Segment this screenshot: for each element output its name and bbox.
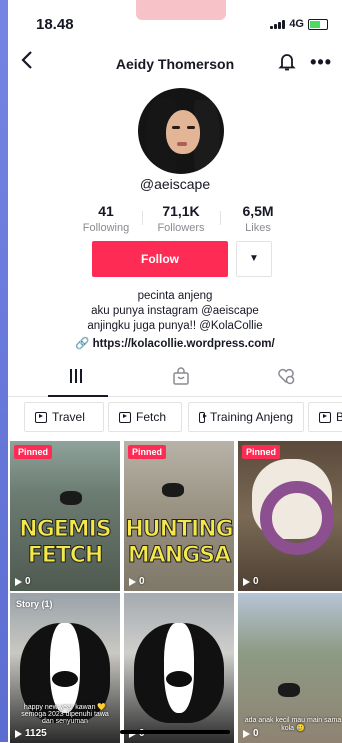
profile-tabs [8, 356, 342, 397]
playlist-fetch[interactable]: Fetch [108, 402, 182, 432]
left-edge-stripe [0, 0, 8, 742]
profile-stats: 41 Following 71,1K Followers 6,5M Likes [8, 203, 342, 239]
stat-following[interactable]: 41 Following [66, 203, 146, 234]
video-caption: NGEMIS [19, 517, 112, 542]
dog-blaze [164, 623, 194, 713]
playlist-travel[interactable]: Travel [24, 402, 104, 432]
ring-toy [260, 481, 334, 555]
home-indicator[interactable] [120, 730, 230, 734]
battery-icon [308, 18, 328, 30]
signal-icon [270, 19, 286, 29]
bell-icon [278, 54, 296, 71]
playlist-more[interactable]: Ba [308, 402, 342, 432]
network-label: 4G [289, 18, 304, 30]
avatar-eye [187, 126, 195, 129]
video-thumbnail[interactable]: ada anak kecil mau main sama kola 🥲 0 [238, 593, 342, 743]
playlist-label: Ba [336, 410, 342, 424]
avatar-lips [177, 142, 187, 146]
video-thumbnail[interactable]: Pinned 0 [238, 441, 342, 591]
stat-label: Followers [157, 222, 205, 234]
view-count: 0 [15, 576, 31, 587]
story-badge: Story (1) [16, 599, 53, 609]
dog-blaze [50, 623, 80, 713]
play-icon [243, 577, 250, 586]
stat-followers[interactable]: 71,1K Followers [141, 203, 221, 234]
active-tab-indicator [48, 395, 108, 397]
play-icon [15, 729, 22, 738]
dog-figure [162, 483, 184, 497]
bio-line: pecinta anjeng [137, 290, 213, 302]
bag-icon [173, 367, 189, 385]
bio-line[interactable]: aku punya instagram @aeiscape [8, 304, 342, 319]
grid-icon [70, 369, 82, 383]
username: @aeiscape [139, 176, 211, 192]
caret-down-icon: ▼ [249, 253, 259, 264]
status-time: 18.48 [36, 16, 74, 33]
video-thumbnail[interactable]: Pinned HUNTING MANGSA 0 [124, 441, 234, 591]
video-caption: MANGSA [127, 543, 231, 568]
stat-value: 41 [98, 203, 114, 219]
playlist-label: Travel [52, 410, 85, 424]
top-bar: Aeidy Thomerson ••• [8, 44, 342, 80]
video-overlay-text: happy new year kawan 💛 semoga 2023 dipen… [21, 704, 109, 725]
pinned-badge: Pinned [128, 445, 167, 459]
playlist-icon [35, 411, 47, 423]
link-text[interactable]: https://kolacollie.wordpress.com/ [93, 338, 275, 350]
suggested-accounts-button[interactable]: ▼ [236, 241, 272, 277]
playlist-icon [199, 411, 208, 423]
video-caption: FETCH [27, 543, 104, 568]
avatar[interactable] [138, 88, 224, 174]
stat-label: Likes [245, 222, 271, 234]
playlist-label: Fetch [136, 410, 167, 424]
bio-line[interactable]: anjingku juga punya!! @KolaCollie [8, 319, 342, 334]
pinned-badge: Pinned [242, 445, 281, 459]
video-thumbnail[interactable]: Pinned NGEMIS FETCH 0 [10, 441, 120, 591]
play-icon [243, 729, 250, 738]
profile-link[interactable]: 🔗 https://kolacollie.wordpress.com/ [8, 336, 342, 350]
more-button[interactable]: ••• [310, 52, 332, 73]
playlist-label: Training Anjeng [210, 410, 293, 424]
follow-button[interactable]: Follow [92, 241, 228, 277]
dog-nose [52, 671, 78, 687]
view-count: 1125 [15, 728, 47, 739]
view-count: 0 [243, 728, 259, 739]
video-caption: HUNTING [125, 517, 234, 542]
status-highlight [136, 0, 226, 20]
avatar-face [166, 110, 200, 154]
dog-figure [60, 491, 82, 505]
stat-label: Following [82, 222, 130, 234]
video-thumbnail[interactable]: Story (1) happy new year kawan 💛 semoga … [10, 593, 120, 743]
view-count: 0 [243, 576, 259, 587]
stat-value: 6,5M [242, 203, 274, 219]
notification-button[interactable] [278, 52, 296, 72]
tab-videos[interactable] [66, 366, 86, 386]
playlist-icon [119, 411, 131, 423]
link-icon: 🔗 [75, 338, 90, 350]
dog-nose [166, 671, 192, 687]
view-count: 0 [129, 576, 145, 587]
stat-value: 71,1K [162, 203, 200, 219]
play-icon [129, 577, 136, 586]
status-bar: 18.48 4G [8, 0, 342, 42]
playlist-icon [319, 411, 331, 423]
status-indicators: 4G [270, 18, 328, 30]
pinned-badge: Pinned [14, 445, 53, 459]
bio: pecinta anjeng aku punya instagram @aeis… [8, 289, 342, 334]
video-thumbnail[interactable]: 0 [124, 593, 234, 743]
play-icon [15, 577, 22, 586]
tab-liked[interactable] [276, 366, 296, 386]
tab-shop[interactable] [171, 366, 191, 386]
liked-icon [278, 368, 295, 385]
video-grid: Pinned NGEMIS FETCH 0 Pinned HUNTING MAN… [8, 441, 342, 743]
playlist-training[interactable]: Training Anjeng [188, 402, 304, 432]
avatar-eye [172, 126, 180, 129]
stat-likes: 6,5M Likes [218, 203, 298, 234]
playlist-strip: Travel Fetch Training Anjeng Ba [8, 402, 342, 434]
dog-figure [278, 683, 300, 697]
